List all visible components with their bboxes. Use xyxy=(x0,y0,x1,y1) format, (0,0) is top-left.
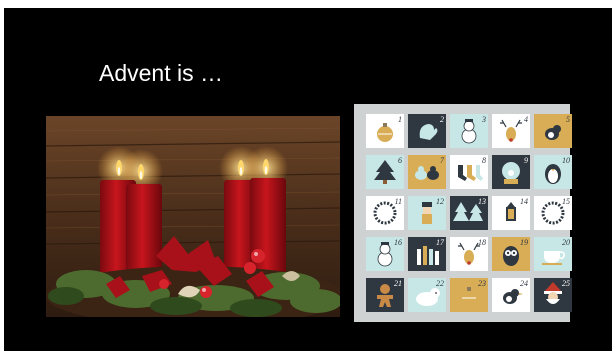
calendar-day-9: 9 xyxy=(492,155,530,189)
calendar-day-number: 20 xyxy=(562,238,570,247)
calendar-day-7: 7 xyxy=(408,155,446,189)
calendar-day-number: 25 xyxy=(562,279,570,288)
advent-wreath-illustration xyxy=(46,116,340,317)
calendar-day-24: 24 xyxy=(492,278,530,312)
calendar-day-number: 3 xyxy=(482,115,486,124)
presentation-slide: Advent is … 1 2 3 4 5 6 7 8 9 10 11 12 1… xyxy=(4,8,612,351)
calendar-day-18: 18 xyxy=(450,237,488,271)
calendar-day-21: 21 xyxy=(366,278,404,312)
calendar-day-14: 14 xyxy=(492,196,530,230)
calendar-day-6: 6 xyxy=(366,155,404,189)
calendar-day-number: 11 xyxy=(394,197,402,206)
calendar-day-number: 15 xyxy=(562,197,570,206)
calendar-day-1: 1 xyxy=(366,114,404,148)
calendar-day-10: 10 xyxy=(534,155,572,189)
calendar-day-12: 12 xyxy=(408,196,446,230)
calendar-day-number: 13 xyxy=(478,197,486,206)
calendar-day-4: 4 xyxy=(492,114,530,148)
calendar-day-number: 24 xyxy=(520,279,528,288)
calendar-day-2: 2 xyxy=(408,114,446,148)
calendar-day-number: 17 xyxy=(436,238,444,247)
calendar-day-5: 5 xyxy=(534,114,572,148)
calendar-day-3: 3 xyxy=(450,114,488,148)
calendar-day-8: 8 xyxy=(450,155,488,189)
calendar-day-17: 17 xyxy=(408,237,446,271)
calendar-day-number: 8 xyxy=(482,156,486,165)
calendar-day-number: 10 xyxy=(562,156,570,165)
calendar-day-23: 23 xyxy=(450,278,488,312)
calendar-day-number: 9 xyxy=(524,156,528,165)
calendar-day-number: 12 xyxy=(436,197,444,206)
calendar-day-number: 4 xyxy=(524,115,528,124)
calendar-day-number: 1 xyxy=(398,115,402,124)
calendar-day-13: 13 xyxy=(450,196,488,230)
calendar-day-number: 14 xyxy=(520,197,528,206)
calendar-day-16: 16 xyxy=(366,237,404,271)
calendar-day-15: 15 xyxy=(534,196,572,230)
calendar-day-number: 7 xyxy=(440,156,444,165)
calendar-day-number: 2 xyxy=(440,115,444,124)
advent-calendar: 1 2 3 4 5 6 7 8 9 10 11 12 13 14 15 16 17 18 19 20 21 22 23 24 2… xyxy=(354,104,572,322)
calendar-day-number: 21 xyxy=(394,279,402,288)
calendar-day-number: 18 xyxy=(478,238,486,247)
calendar-day-number: 19 xyxy=(520,238,528,247)
calendar-day-number: 5 xyxy=(566,115,570,124)
calendar-day-22: 22 xyxy=(408,278,446,312)
calendar-day-number: 23 xyxy=(478,279,486,288)
calendar-day-19: 19 xyxy=(492,237,530,271)
calendar-day-number: 22 xyxy=(436,279,444,288)
calendar-day-11: 11 xyxy=(366,196,404,230)
calendar-day-25: 25 xyxy=(534,278,572,312)
slide-title: Advent is … xyxy=(99,60,223,86)
calendar-day-number: 6 xyxy=(398,156,402,165)
advent-wreath-photo xyxy=(46,116,340,317)
calendar-day-number: 16 xyxy=(394,238,402,247)
calendar-day-20: 20 xyxy=(534,237,572,271)
